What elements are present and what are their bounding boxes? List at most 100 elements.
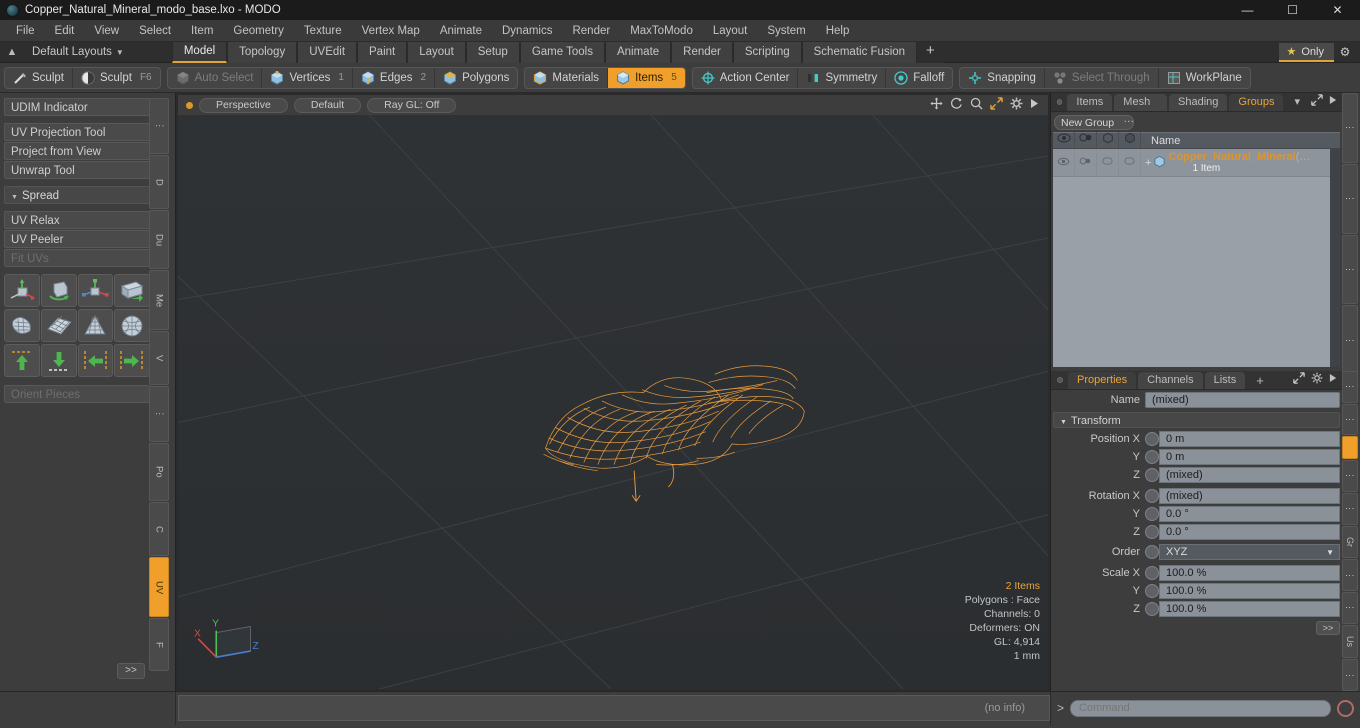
right-bottom-vtab-7[interactable]: ⋮ — [1342, 591, 1358, 624]
table-row[interactable]: + Copper_Natural_Mineral(… 1 Item — [1053, 148, 1340, 177]
add-tab-button[interactable]: + — [917, 41, 944, 63]
rotation-z-knob[interactable] — [1145, 524, 1159, 539]
viewport-3d[interactable]: Y X Z 2 Items Polygons : Face Channels: … — [178, 115, 1048, 689]
command-input[interactable] — [1070, 699, 1331, 717]
sculpt-button[interactable]: Sculpt — [5, 67, 73, 88]
row-render-icon[interactable] — [1075, 148, 1097, 177]
column-visibility-eye-icon[interactable] — [1053, 132, 1075, 149]
rotate-icon[interactable] — [40, 274, 77, 307]
left-panel-more-button[interactable]: >> — [117, 663, 145, 679]
name-input[interactable]: (mixed) — [1145, 391, 1340, 408]
menu-item-dynamics[interactable]: Dynamics — [492, 20, 562, 42]
menu-item-file[interactable]: File — [6, 20, 45, 42]
tab-scripting[interactable]: Scripting — [732, 41, 802, 63]
scale-y-input[interactable]: 100.0 % — [1159, 582, 1340, 599]
viewport-shading-button[interactable]: Default — [293, 97, 362, 113]
rotation-y-input[interactable]: 0.0 ° — [1159, 505, 1340, 522]
rotation-y-knob[interactable] — [1145, 506, 1159, 521]
menu-item-vertex-map[interactable]: Vertex Map — [352, 20, 430, 42]
tab-properties[interactable]: Properties — [1068, 372, 1137, 389]
tab-groups[interactable]: Groups — [1229, 94, 1284, 111]
menu-item-edit[interactable]: Edit — [45, 20, 85, 42]
rotation-x-input[interactable]: (mixed) — [1159, 487, 1340, 504]
right-bottom-vtab-groups[interactable]: Gr — [1342, 525, 1358, 559]
menu-item-texture[interactable]: Texture — [294, 20, 352, 42]
menu-item-help[interactable]: Help — [816, 20, 860, 42]
rotation-x-knob[interactable] — [1145, 488, 1159, 503]
column-wireframe-icon[interactable] — [1097, 132, 1119, 149]
expand-properties-icon[interactable] — [1293, 372, 1305, 387]
position-y-knob[interactable] — [1145, 449, 1159, 464]
orient-pieces-button[interactable]: Orient Pieces — [4, 385, 150, 403]
tab-topology[interactable]: Topology — [227, 41, 298, 63]
right-top-vtab-0[interactable]: ⋮ — [1342, 93, 1358, 163]
right-bottom-vtab-0[interactable]: ⋮ — [1342, 371, 1358, 403]
menu-item-view[interactable]: View — [84, 20, 129, 42]
uv-peeler-button[interactable]: UV Peeler — [4, 230, 150, 248]
position-x-knob[interactable] — [1145, 431, 1159, 446]
position-x-input[interactable]: 0 m — [1159, 430, 1340, 447]
menu-item-select[interactable]: Select — [129, 20, 181, 42]
uv-cone-icon[interactable] — [77, 309, 114, 342]
minimize-button[interactable]: — — [1225, 0, 1270, 20]
menu-item-geometry[interactable]: Geometry — [223, 20, 294, 42]
uv-projection-tool-button[interactable]: UV Projection Tool — [4, 123, 150, 141]
select-through-button[interactable]: Select Through — [1045, 67, 1159, 88]
scale-y-knob[interactable] — [1145, 583, 1159, 598]
default-layouts-dropdown[interactable]: Default Layouts ▼ — [24, 46, 132, 58]
new-group-button[interactable]: New Group — [1054, 115, 1134, 130]
scale-z-input[interactable]: 100.0 % — [1159, 600, 1340, 617]
left-vtab-0[interactable]: ⋮ — [149, 98, 169, 155]
falloff-button[interactable]: Falloff — [886, 68, 952, 88]
gear-icon[interactable] — [1010, 97, 1023, 113]
tab-game-tools[interactable]: Game Tools — [519, 41, 605, 63]
tab-paint[interactable]: Paint — [357, 41, 408, 63]
row-name-cell[interactable]: + Copper_Natural_Mineral(… 1 Item — [1141, 151, 1340, 175]
project-from-view-button[interactable]: Project from View — [4, 142, 150, 160]
viewport-menu-dot-icon[interactable] — [186, 101, 193, 109]
extrude-icon[interactable] — [114, 274, 150, 307]
play-icon[interactable] — [1030, 98, 1039, 112]
left-vtab-polygon[interactable]: Po — [149, 442, 169, 502]
uv-relax-button[interactable]: UV Relax — [4, 211, 150, 229]
polygons-button[interactable]: Polygons — [435, 68, 517, 88]
menu-item-render[interactable]: Render — [562, 20, 620, 42]
fit-uvs-button[interactable]: Fit UVs — [4, 249, 150, 267]
materials-button[interactable]: Materials — [525, 67, 609, 88]
menu-item-layout[interactable]: Layout — [703, 20, 758, 42]
column-render-icon[interactable] — [1075, 132, 1097, 149]
tab-render[interactable]: Render — [671, 41, 733, 63]
order-knob[interactable] — [1145, 544, 1159, 559]
position-y-input[interactable]: 0 m — [1159, 448, 1340, 465]
record-macro-icon[interactable] — [1337, 699, 1354, 717]
viewport-raygl-button[interactable]: Ray GL: Off — [367, 97, 457, 113]
add-properties-tab-button[interactable]: + — [1247, 372, 1273, 389]
column-shading-icon[interactable] — [1119, 132, 1141, 149]
menu-item-system[interactable]: System — [757, 20, 815, 42]
expand-panel-icon[interactable] — [1311, 94, 1323, 109]
action-center-button[interactable]: Action Center — [693, 67, 799, 88]
right-bottom-vtab-6[interactable]: ⋮ — [1342, 559, 1358, 591]
right-bottom-vtab-user[interactable]: Us — [1342, 624, 1358, 659]
zoom-tool-icon[interactable] — [970, 97, 983, 113]
menu-item-item[interactable]: Item — [181, 20, 223, 42]
right-bottom-vtab-9[interactable]: ⋮ — [1342, 659, 1358, 692]
groups-table-body[interactable]: + Copper_Natural_Mineral(… 1 Item — [1053, 148, 1340, 367]
vertices-button[interactable]: Vertices 1 — [262, 67, 353, 88]
position-z-knob[interactable] — [1145, 467, 1159, 482]
left-vtab-5[interactable]: ⋮ — [149, 385, 169, 442]
right-bottom-vtab-3[interactable]: ⋮ — [1342, 460, 1358, 492]
properties-more-button[interactable]: >> — [1316, 621, 1340, 635]
presets-button[interactable]: Sculpt F6 — [73, 68, 160, 88]
right-top-vtab-2[interactable]: ⋮ — [1342, 234, 1358, 305]
workplane-button[interactable]: WorkPlane — [1159, 68, 1250, 88]
scale-axis-icon[interactable] — [77, 274, 114, 307]
items-button[interactable]: Items 5 — [608, 67, 685, 88]
unwrap-mesh-icon[interactable] — [4, 309, 40, 342]
symmetry-button[interactable]: Symmetry — [798, 67, 887, 88]
tab-model[interactable]: Model — [171, 41, 228, 63]
left-vtab-f[interactable]: F — [149, 618, 169, 671]
auto-select-button[interactable]: Auto Select — [168, 67, 263, 88]
close-button[interactable]: ✕ — [1315, 0, 1360, 20]
left-vtab-deform[interactable]: D — [149, 155, 169, 210]
